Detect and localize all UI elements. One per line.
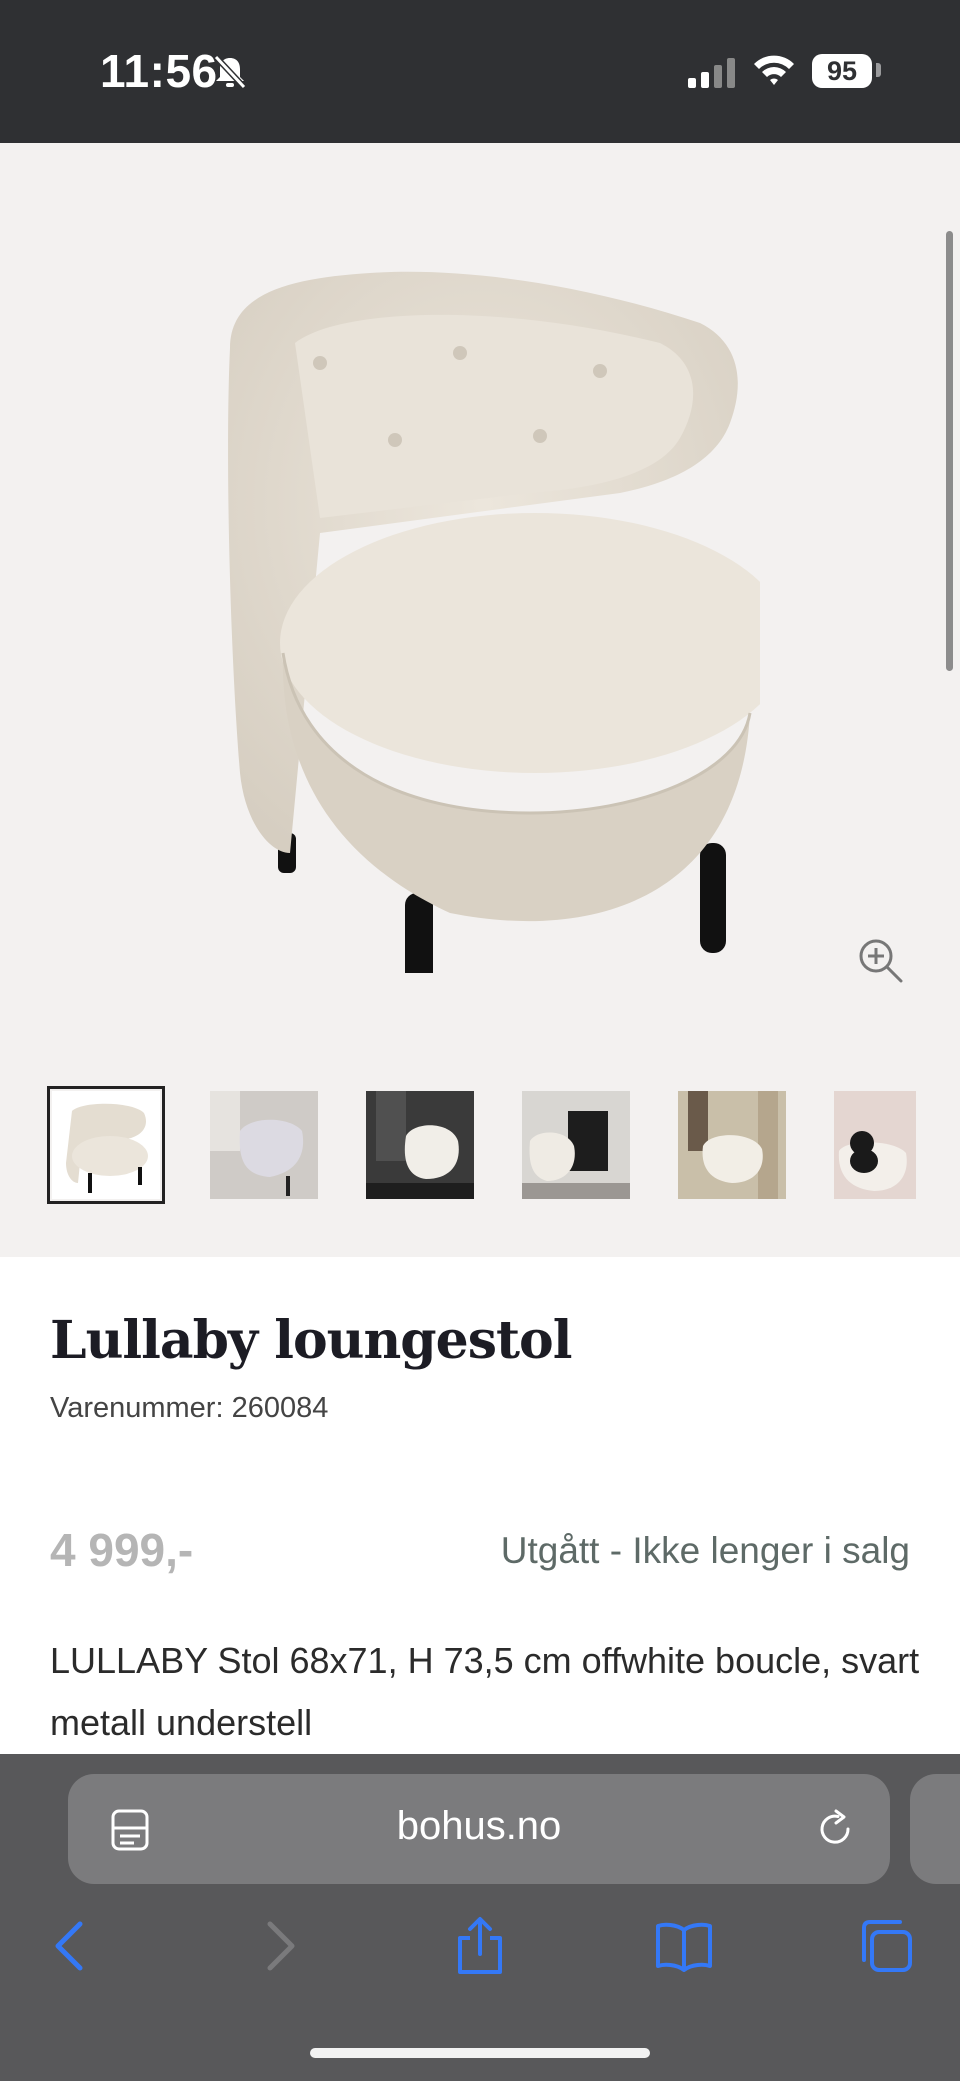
- thumbnail-strip: [47, 1086, 960, 1209]
- thumbnail-1[interactable]: [47, 1086, 165, 1204]
- product-image[interactable]: [200, 253, 760, 973]
- url-text[interactable]: bohus.no: [68, 1804, 890, 1849]
- thumbnail-3[interactable]: [366, 1091, 474, 1199]
- battery-tip: [876, 63, 881, 77]
- scroll-indicator: [946, 231, 953, 671]
- product-gallery: [0, 143, 960, 1257]
- home-indicator: [310, 2048, 650, 2058]
- product-sku: Varenummer: 260084: [50, 1392, 329, 1424]
- product-description: LULLABY Stol 68x71, H 73,5 cm offwhite b…: [50, 1640, 920, 1743]
- thumbnail-image: [210, 1091, 318, 1199]
- thumbnail-5[interactable]: [678, 1091, 786, 1199]
- thumbnail-6[interactable]: [834, 1091, 916, 1199]
- wifi-icon: [754, 55, 794, 85]
- battery-indicator: 95: [812, 54, 872, 88]
- share-icon[interactable]: [450, 1916, 510, 1976]
- thumbnail-2[interactable]: [210, 1091, 318, 1199]
- next-tab-preview[interactable]: [910, 1774, 960, 1884]
- zoom-in-icon[interactable]: [858, 938, 904, 984]
- forward-icon[interactable]: [248, 1916, 308, 1976]
- back-icon[interactable]: [42, 1916, 102, 1976]
- bell-slash-icon: [213, 54, 247, 90]
- product-price: 4 999,-: [50, 1524, 194, 1576]
- product-title: Lullaby loungestol: [50, 1310, 572, 1371]
- thumbnail-image: [678, 1091, 786, 1199]
- availability-status: Utgått - Ikke lenger i salg: [500, 1530, 910, 1571]
- thumbnail-image: [366, 1091, 474, 1199]
- thumbnail-image: [522, 1091, 630, 1199]
- signal-icon: [688, 58, 735, 88]
- reload-icon[interactable]: [814, 1808, 856, 1850]
- thumbnail-image: [834, 1091, 916, 1199]
- thumbnail-4[interactable]: [522, 1091, 630, 1199]
- thumbnail-image: [52, 1091, 160, 1199]
- address-bar[interactable]: bohus.no: [68, 1774, 890, 1884]
- tabs-icon[interactable]: [856, 1916, 916, 1976]
- status-bar: 11:56 95: [0, 0, 960, 143]
- browser-toolbar: bohus.no: [0, 1754, 960, 2081]
- status-time: 11:56: [100, 45, 218, 97]
- bookmarks-icon[interactable]: [654, 1916, 714, 1976]
